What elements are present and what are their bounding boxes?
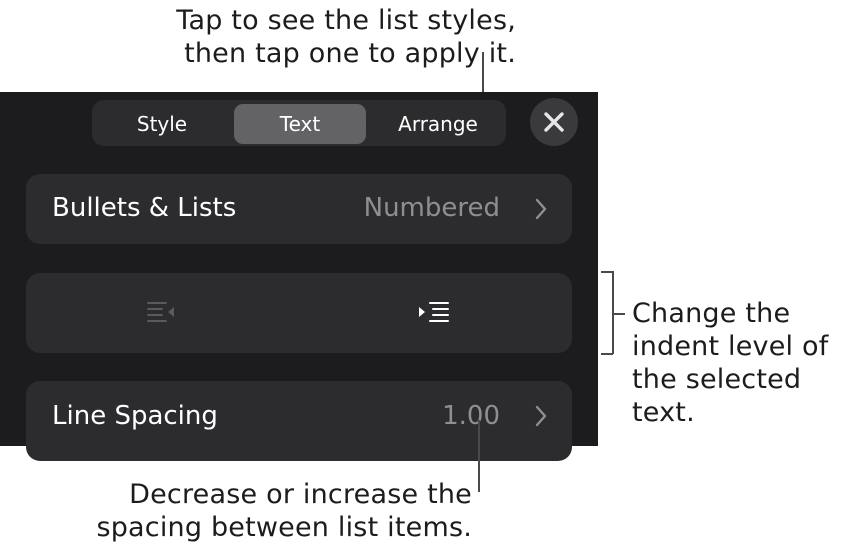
decrease-indent-button[interactable] bbox=[144, 299, 182, 327]
callout-line-spacing-line1: Decrease or increase the bbox=[129, 479, 472, 510]
indent-bracket-tick bbox=[613, 313, 625, 315]
callout-indent-line1: Change the bbox=[632, 298, 791, 329]
line-spacing-label: Line Spacing bbox=[52, 401, 218, 431]
decrease-indent-icon bbox=[147, 302, 174, 322]
increase-indent-icon bbox=[419, 302, 449, 322]
callout-leader-line-bottom bbox=[478, 420, 480, 492]
callout-list-styles-line2: then tap one to apply it. bbox=[184, 38, 516, 69]
indent-bracket-bottom bbox=[601, 353, 613, 355]
line-spacing-value: 1.00 bbox=[442, 401, 500, 431]
tab-text[interactable]: Text bbox=[234, 104, 366, 144]
line-spacing-row[interactable]: Line Spacing 1.00 bbox=[26, 381, 572, 461]
close-icon bbox=[544, 112, 564, 132]
close-button[interactable] bbox=[530, 98, 578, 146]
tab-arrange[interactable]: Arrange bbox=[372, 104, 504, 144]
text-format-panel: Style Text Arrange Bullets & Lists Numbe… bbox=[0, 92, 598, 461]
bullets-lists-row[interactable]: Bullets & Lists Numbered bbox=[26, 174, 572, 244]
callout-list-styles-line1: Tap to see the list styles, bbox=[176, 5, 516, 36]
chevron-right-icon bbox=[535, 198, 547, 220]
callout-line-spacing: Decrease or increase the spacing between… bbox=[0, 478, 472, 544]
indent-controls-row bbox=[26, 273, 572, 353]
callout-list-styles: Tap to see the list styles, then tap one… bbox=[0, 4, 516, 70]
tab-segmented-control: Style Text Arrange bbox=[92, 100, 506, 146]
callout-indent-line2: indent level of bbox=[632, 331, 829, 362]
callout-line-spacing-line2: spacing between list items. bbox=[96, 512, 472, 543]
bullets-lists-value: Numbered bbox=[363, 193, 500, 223]
indent-bracket-top bbox=[601, 271, 613, 273]
increase-indent-button[interactable] bbox=[416, 299, 454, 327]
tab-style[interactable]: Style bbox=[96, 104, 228, 144]
callout-indent: Change the indent level of the selected … bbox=[632, 297, 862, 429]
bullets-lists-label: Bullets & Lists bbox=[52, 193, 237, 223]
callout-indent-line3: the selected text. bbox=[632, 364, 802, 428]
chevron-right-icon bbox=[535, 405, 547, 427]
